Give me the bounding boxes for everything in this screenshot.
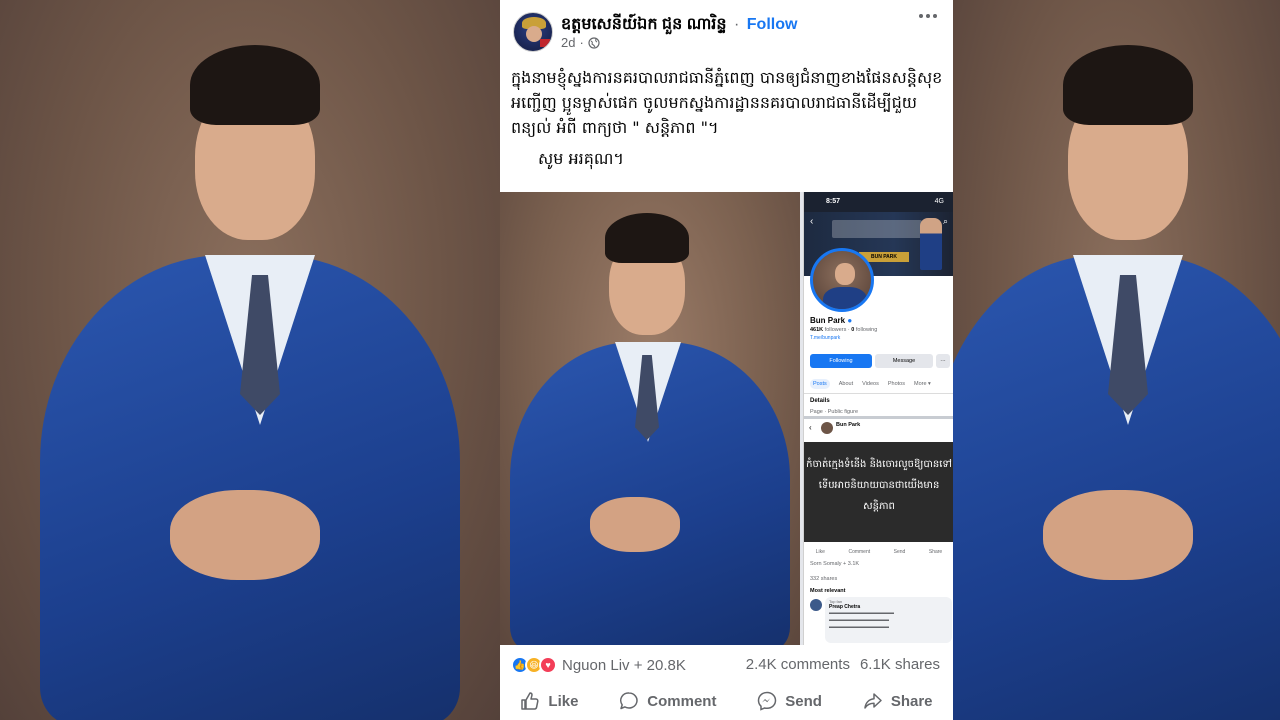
send-button[interactable]: Send (757, 691, 822, 711)
share-icon (864, 693, 882, 709)
background-photo-left (0, 0, 500, 720)
profile-screenshot[interactable]: 8:57 4G BUN PARK ‹ ⌕ Bun Park ● 461K fol… (803, 192, 953, 645)
person-figure (30, 40, 470, 720)
post-header: ឧត្តមសេនីយ៍ឯក ជួន ណារិន្ទ · Follow 2d · (500, 0, 953, 60)
love-reaction-icon: ♥ (539, 656, 557, 674)
profile-bio: T.me/bunpark (810, 335, 950, 342)
comments-count[interactable]: 2.4K comments (746, 656, 850, 673)
post-thanks: សូម អរគុណ។ (538, 149, 624, 168)
profile-link: T.me/bunpark (810, 335, 841, 341)
reaction-names[interactable]: Nguon Liv + 20.8K (562, 657, 686, 674)
post-text: ក្នុងនាមខ្ញុំស្នងការនគរបាលរាជធានីភ្នំពេញ… (511, 65, 951, 171)
screenshot-reactions: Sorn Somaly + 3.1K (810, 561, 860, 567)
search-icon: ⌕ (942, 216, 948, 226)
screenshot-most-relevant: Most relevant (810, 588, 846, 594)
post-actions: Like Comment Send Share (500, 682, 953, 720)
verified-badge-icon: ● (847, 316, 853, 325)
author-avatar[interactable] (513, 12, 553, 52)
more-options-icon[interactable] (919, 14, 939, 22)
engagement-counts: 2.4K comments 6.1K shares (746, 656, 940, 673)
separator-dot: · (579, 35, 584, 50)
screenshot-post-header: ‹ Bun Park (804, 419, 953, 439)
facebook-post: ឧត្តមសេនីយ៍ឯក ជួន ណារិន្ទ · Follow 2d · … (500, 0, 953, 720)
profile-name: Bun Park ● (810, 316, 853, 325)
reactions-summary[interactable]: 👍 😆 ♥ Nguon Liv + 20.8K (511, 656, 686, 674)
comment-icon (620, 692, 638, 710)
page-type: Page · Public figure (810, 409, 858, 415)
messenger-icon (758, 691, 777, 711)
background-photo-right (953, 0, 1280, 720)
details-heading: Details (810, 398, 830, 404)
main-photo[interactable] (500, 192, 800, 645)
separator-dot: · (733, 16, 740, 33)
post-meta: 2d · (561, 35, 600, 50)
globe-icon (588, 36, 600, 49)
shares-count[interactable]: 6.1K shares (860, 656, 940, 673)
post-paragraph: ក្នុងនាមខ្ញុំស្នងការនគរបាលរាជធានីភ្នំពេញ… (511, 68, 943, 137)
screenshot-comment: Top fan Preap Chetra ▬▬▬▬▬▬▬▬▬▬▬▬▬ ▬▬▬▬▬▬… (810, 597, 952, 643)
screenshot-shares: 332 shares (810, 576, 838, 582)
post-stats: 👍 😆 ♥ Nguon Liv + 20.8K 2.4K comments 6.… (500, 645, 953, 685)
author-name[interactable]: ឧត្តមសេនីយ៍ឯក ជួន ណារិន្ទ (561, 16, 727, 33)
profile-tabs: Posts About Videos Photos More ▾ (804, 374, 953, 394)
screenshot-actions: Like Comment Send Share (815, 549, 943, 555)
follow-button[interactable]: Follow (747, 16, 798, 33)
screenshot-post-text: កំចាត់ក្មេងទំនើង និងចោរលួចឱ្យបានទៅ ទើបអា… (804, 442, 953, 542)
following-button: Following (810, 354, 872, 368)
more-button: ··· (936, 354, 950, 368)
back-arrow-icon: ‹ (810, 216, 814, 227)
profile-buttons: Following Message ··· (810, 354, 950, 368)
share-button[interactable]: Share (863, 691, 933, 711)
profile-stats: 461K followers · 0 following (810, 327, 878, 333)
message-button: Message (875, 354, 933, 368)
person-figure (505, 213, 795, 645)
author-line: ឧត្តមសេនីយ៍ឯក ជួន ណារិន្ទ · Follow (561, 13, 797, 37)
profile-picture (810, 248, 874, 312)
comment-button[interactable]: Comment (619, 691, 716, 711)
like-button[interactable]: Like (520, 691, 578, 711)
post-media: 8:57 4G BUN PARK ‹ ⌕ Bun Park ● 461K fol… (500, 192, 953, 645)
phone-status-bar: 8:57 4G (804, 192, 953, 212)
post-time[interactable]: 2d (561, 35, 575, 50)
thumbs-up-icon (521, 692, 539, 710)
person-figure (953, 40, 1280, 720)
